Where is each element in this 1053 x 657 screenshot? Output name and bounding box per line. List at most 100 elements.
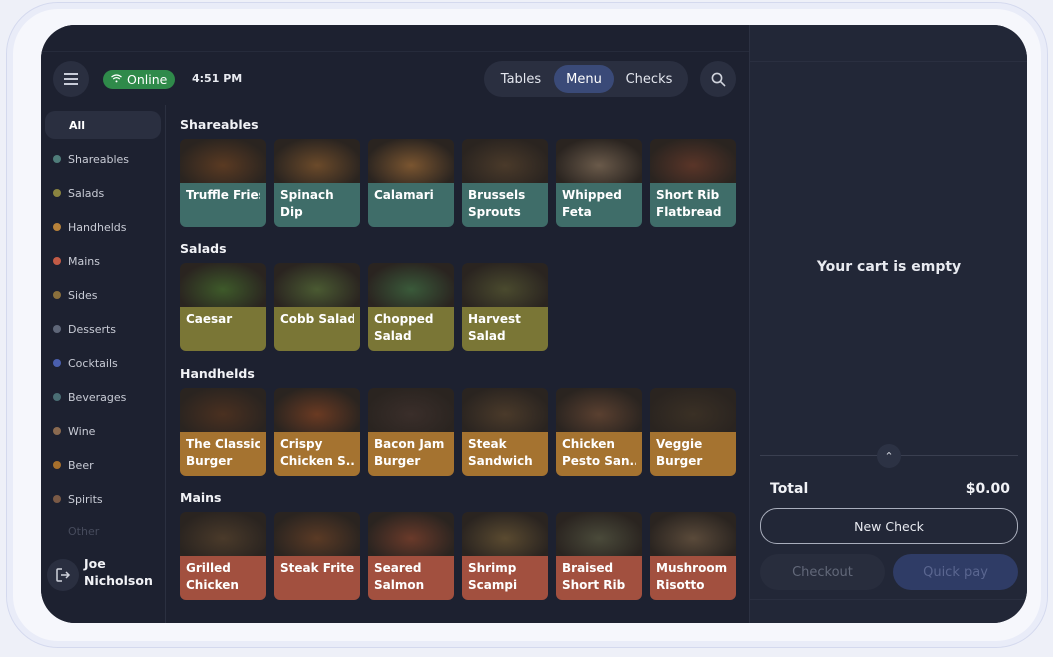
food-photo	[180, 388, 266, 432]
menu-item-card[interactable]: Short Rib Flatbread	[650, 139, 736, 227]
section-title-shareables: Shareables	[180, 117, 259, 132]
menu-item-name-line: Harvest	[468, 312, 521, 326]
menu-item-card[interactable]: Spinach Dip	[274, 139, 360, 227]
menu-item-card[interactable]: Truffle Fries	[180, 139, 266, 227]
menu-item-name-line: Steak Frites	[280, 561, 354, 575]
menu-item-name-line: Salmon	[374, 577, 425, 592]
food-photo	[274, 388, 360, 432]
menu-item-label: Veggie Burger	[650, 432, 736, 476]
menu-item-label: The Classic Burger	[180, 432, 266, 476]
checkout-button[interactable]: Checkout	[760, 554, 885, 590]
menu-item-label: Calamari	[368, 183, 454, 227]
category-dot	[53, 495, 61, 503]
sidebar-item-mains[interactable]: Mains	[45, 247, 161, 275]
sidebar-item-beverages[interactable]: Beverages	[45, 383, 161, 411]
category-dot	[53, 325, 61, 333]
tab-tables[interactable]: Tables	[490, 65, 552, 93]
logout-button[interactable]	[47, 559, 79, 591]
food-photo	[368, 388, 454, 432]
category-dot	[53, 427, 61, 435]
menu-item-card[interactable]: The Classic Burger	[180, 388, 266, 476]
food-photo	[462, 388, 548, 432]
menu-item-name-line: Dip	[280, 204, 303, 219]
menu-item-label: Caesar	[180, 307, 266, 351]
menu-item-name-line: Salad	[374, 328, 412, 343]
menu-item-card[interactable]: Grilled Chicken	[180, 512, 266, 600]
menu-item-card[interactable]: Braised Short Rib	[556, 512, 642, 600]
tab-menu[interactable]: Menu	[554, 65, 614, 93]
sidebar-item-label: Desserts	[68, 322, 117, 336]
menu-item-card[interactable]: Chicken Pesto San...	[556, 388, 642, 476]
tab-checks[interactable]: Checks	[616, 65, 682, 93]
category-dot	[53, 257, 61, 265]
sidebar-item-spirits[interactable]: Spirits	[45, 485, 161, 513]
menu-item-name-line: Veggie	[656, 437, 703, 451]
menu-item-card[interactable]: Cobb Salad	[274, 263, 360, 351]
sidebar-item-handhelds[interactable]: Handhelds	[45, 213, 161, 241]
sidebar-item-label: Beer	[68, 458, 94, 472]
sidebar-item-all[interactable]: All	[45, 111, 161, 139]
menu-item-card[interactable]: Brussels Sprouts	[462, 139, 548, 227]
menu-item-name-line: Shrimp	[468, 561, 517, 575]
menu-item-label: Crispy Chicken S...	[274, 432, 360, 476]
sidebar-item-label: Handhelds	[68, 220, 127, 234]
section-title-salads: Salads	[180, 241, 227, 256]
search-button[interactable]	[700, 61, 736, 97]
sidebar-item-beer[interactable]: Beer	[45, 451, 161, 479]
menu-item-name-line: Calamari	[374, 188, 434, 202]
menu-item-card[interactable]: Calamari	[368, 139, 454, 227]
logout-icon	[56, 568, 71, 582]
menu-item-card[interactable]: Seared Salmon	[368, 512, 454, 600]
sidebar-item-cocktails[interactable]: Cocktails	[45, 349, 161, 377]
sidebar-item-shareables[interactable]: Shareables	[45, 145, 161, 173]
sidebar-item-salads[interactable]: Salads	[45, 179, 161, 207]
hamburger-menu-button[interactable]	[53, 61, 89, 97]
menu-item-card[interactable]: Steak Sandwich	[462, 388, 548, 476]
menu-item-name-line: Whipped	[562, 188, 622, 202]
menu-item-card[interactable]: Bacon Jam Burger	[368, 388, 454, 476]
menu-item-name-line: Mushroom	[656, 561, 728, 575]
food-photo	[274, 139, 360, 183]
menu-item-card[interactable]: Caesar	[180, 263, 266, 351]
menu-item-label: Mushroom Risotto	[650, 556, 736, 600]
quick-pay-button[interactable]: Quick pay	[893, 554, 1018, 590]
user-name: Joe Nicholson	[84, 555, 153, 589]
expand-cart-button[interactable]: ⌃	[877, 444, 901, 468]
menu-item-card[interactable]: Mushroom Risotto	[650, 512, 736, 600]
sidebar-item-other[interactable]: Other	[45, 517, 161, 545]
menu-item-label: Cobb Salad	[274, 307, 360, 351]
menu-item-name-line: Scampi	[468, 577, 518, 592]
sidebar-item-sides[interactable]: Sides	[45, 281, 161, 309]
food-photo	[368, 512, 454, 556]
sidebar-item-desserts[interactable]: Desserts	[45, 315, 161, 343]
menu-item-card[interactable]: Steak Frites	[274, 512, 360, 600]
wifi-icon	[111, 73, 122, 86]
menu-item-card[interactable]: Harvest Salad	[462, 263, 548, 351]
menu-item-label: Short Rib Flatbread	[650, 183, 736, 227]
menu-item-name-line: Grilled	[186, 561, 231, 575]
menu-item-label: Truffle Fries	[180, 183, 266, 227]
menu-item-card[interactable]: Whipped Feta	[556, 139, 642, 227]
menu-item-name-line: The Classic	[186, 437, 260, 451]
food-photo	[556, 139, 642, 183]
menu-item-card[interactable]: Crispy Chicken S...	[274, 388, 360, 476]
online-status-text: Online	[127, 72, 168, 87]
food-photo	[556, 512, 642, 556]
menu-item-name-line: Chicken S...	[280, 453, 354, 468]
menu-item-label: Steak Sandwich	[462, 432, 548, 476]
menu-item-label: Seared Salmon	[368, 556, 454, 600]
food-photo	[650, 139, 736, 183]
menu-item-name-line: Short Rib	[562, 577, 626, 592]
food-photo	[556, 388, 642, 432]
menu-item-label: Steak Frites	[274, 556, 360, 600]
sidebar-item-label: Spirits	[68, 492, 103, 506]
new-check-button[interactable]: New Check	[760, 508, 1018, 544]
sidebar-item-label: Sides	[68, 288, 98, 302]
menu-item-card[interactable]: Veggie Burger	[650, 388, 736, 476]
food-photo	[274, 512, 360, 556]
menu-item-card[interactable]: Shrimp Scampi	[462, 512, 548, 600]
menu-item-card[interactable]: Chopped Salad	[368, 263, 454, 351]
sidebar-item-label: All	[69, 118, 86, 132]
sidebar-item-wine[interactable]: Wine	[45, 417, 161, 445]
user-first-name: Joe	[84, 556, 106, 571]
